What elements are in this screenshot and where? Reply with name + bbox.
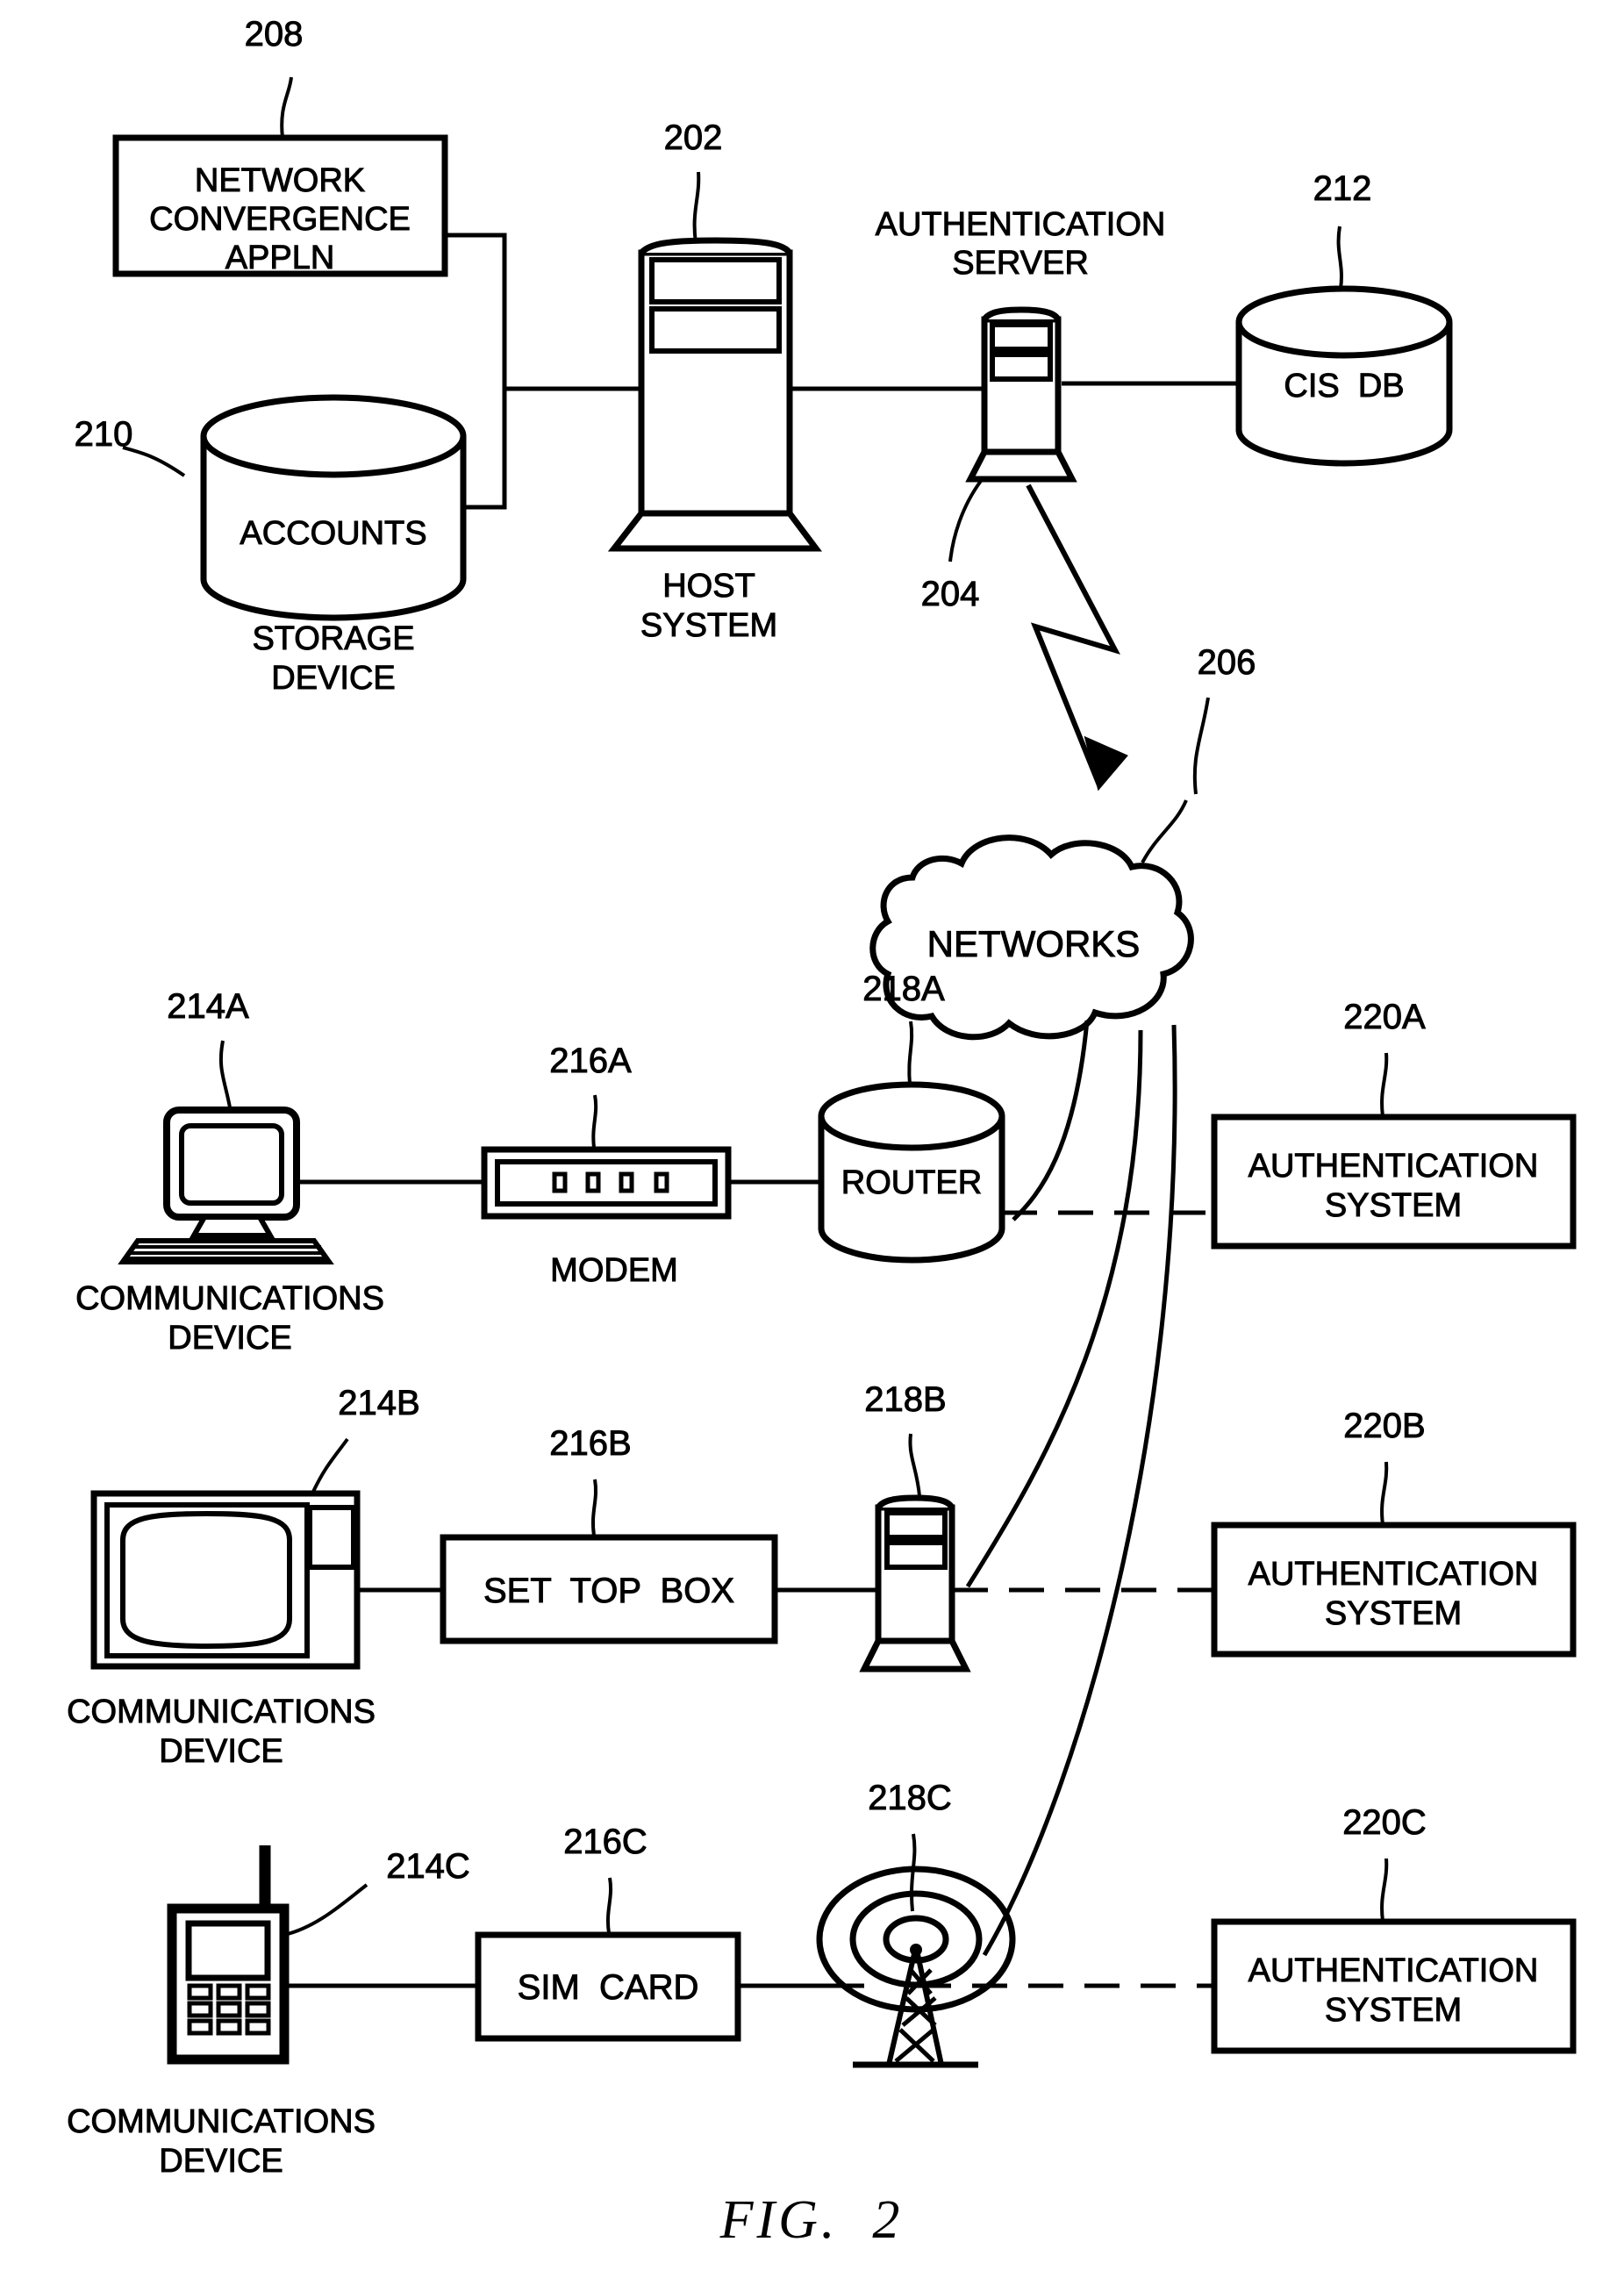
set-top-box-label: SET TOP BOX — [483, 1572, 734, 1610]
monitor-screen — [179, 1123, 284, 1206]
auth-a-line-2: SYSTEM — [1325, 1187, 1462, 1224]
cisdb-inner-label: CIS DB — [1284, 368, 1404, 405]
modem-led-4 — [654, 1171, 669, 1193]
host-drive-slot-1 — [649, 257, 782, 304]
patent-figure-2: 208 NETWORK CONVERGENCE APPLN 210 ACCOUN… — [0, 0, 1624, 2292]
phone-key-6[interactable] — [245, 2001, 271, 2018]
phone-key-9[interactable] — [245, 2018, 271, 2036]
cloud-label: NETWORKS — [927, 923, 1141, 964]
phone-key-3[interactable] — [245, 1983, 271, 2001]
ref-216A: 216A — [549, 1042, 632, 1080]
storage-inner-label: ACCOUNTS — [240, 515, 426, 552]
auth-c-line-1: AUTHENTICATION — [1248, 1952, 1539, 1989]
phone-key-4[interactable] — [187, 2001, 213, 2018]
ref-218B: 218B — [864, 1380, 946, 1419]
phone-key-1[interactable] — [187, 1983, 213, 2001]
figure-canvas: 208 NETWORK CONVERGENCE APPLN 210 ACCOUN… — [0, 0, 1624, 2292]
nca-line-1: NETWORK — [195, 162, 365, 199]
modem-led-1 — [552, 1171, 568, 1193]
auth-c-line-2: SYSTEM — [1325, 1992, 1462, 2029]
authserver-caption-1: AUTHENTICATION — [876, 206, 1166, 243]
ref-214C: 214C — [386, 1847, 470, 1886]
cisdb-cylinder-top — [1235, 285, 1453, 359]
ref-214A: 214A — [167, 987, 249, 1026]
auth-b-line-2: SYSTEM — [1325, 1595, 1462, 1632]
phone-screen — [185, 1920, 271, 1981]
phone-key-8[interactable] — [216, 2018, 242, 2036]
ref-214B: 214B — [338, 1384, 419, 1422]
tv-screen — [120, 1510, 293, 1650]
host-tower-top — [639, 237, 792, 255]
serverb-tower-top — [876, 1494, 955, 1510]
authserver-slot-1 — [990, 322, 1053, 352]
ref-208: 208 — [245, 15, 304, 54]
ref-220C: 220C — [1342, 1803, 1427, 1842]
host-drive-slot-2 — [649, 306, 782, 354]
ref-204: 204 — [921, 575, 980, 613]
modem-led-3 — [619, 1171, 634, 1193]
auth-b-line-1: AUTHENTICATION — [1248, 1556, 1539, 1593]
keyboard-rows — [127, 1245, 327, 1260]
ref-202: 202 — [664, 118, 723, 157]
ref-218C: 218C — [868, 1779, 952, 1817]
comm-b-caption-2: DEVICE — [159, 1733, 283, 1770]
ref-216B: 216B — [549, 1424, 631, 1463]
ref-210: 210 — [75, 415, 133, 454]
comm-c-caption-2: DEVICE — [159, 2143, 283, 2180]
nca-line-2: CONVERGENCE — [149, 201, 411, 238]
auth-a-line-1: AUTHENTICATION — [1248, 1148, 1539, 1185]
modem-caption: MODEM — [550, 1252, 678, 1289]
ref-212: 212 — [1313, 169, 1372, 208]
comm-c-caption-1: COMMUNICATIONS — [67, 2103, 376, 2140]
modem-led-2 — [585, 1171, 601, 1193]
serverb-slot-2 — [884, 1540, 948, 1570]
host-tower-base — [607, 510, 822, 552]
serverb-tower-base — [859, 1637, 971, 1672]
authserver-caption-2: SERVER — [952, 245, 1089, 282]
storage-caption-2: DEVICE — [271, 660, 395, 697]
nca-line-3: APPLN — [225, 240, 335, 276]
ref-216C: 216C — [563, 1823, 647, 1861]
ref-206: 206 — [1198, 643, 1256, 682]
router-inner-label: ROUTER — [841, 1164, 982, 1201]
figure-caption: FIG. 2 — [719, 2190, 904, 2250]
comm-a-caption-1: COMMUNICATIONS — [75, 1280, 384, 1317]
comm-a-caption-2: DEVICE — [168, 1320, 291, 1357]
host-caption-1: HOST — [662, 568, 755, 605]
tv-control-panel[interactable] — [307, 1505, 356, 1570]
ref-220A: 220A — [1343, 998, 1426, 1036]
phone-key-7[interactable] — [187, 2018, 213, 2036]
phone-key-2[interactable] — [216, 1983, 242, 2001]
router-cylinder-top — [818, 1081, 1005, 1151]
comm-b-caption-1: COMMUNICATIONS — [67, 1694, 376, 1730]
authserver-slot-2 — [990, 352, 1053, 382]
authserver-tower-base — [965, 448, 1077, 483]
ref-218A: 218A — [862, 970, 945, 1008]
serverb-slot-1 — [884, 1510, 948, 1540]
ref-220B: 220B — [1343, 1407, 1425, 1445]
phone-key-5[interactable] — [216, 2001, 242, 2018]
authserver-tower-top — [982, 306, 1062, 322]
storage-caption-1: STORAGE — [252, 620, 414, 657]
storage-cylinder-top — [200, 394, 467, 478]
sim-card-label: SIM CARD — [518, 1968, 699, 2007]
host-caption-2: SYSTEM — [640, 607, 777, 644]
monitor-stand — [189, 1214, 275, 1238]
modem-inner-panel — [495, 1159, 718, 1207]
